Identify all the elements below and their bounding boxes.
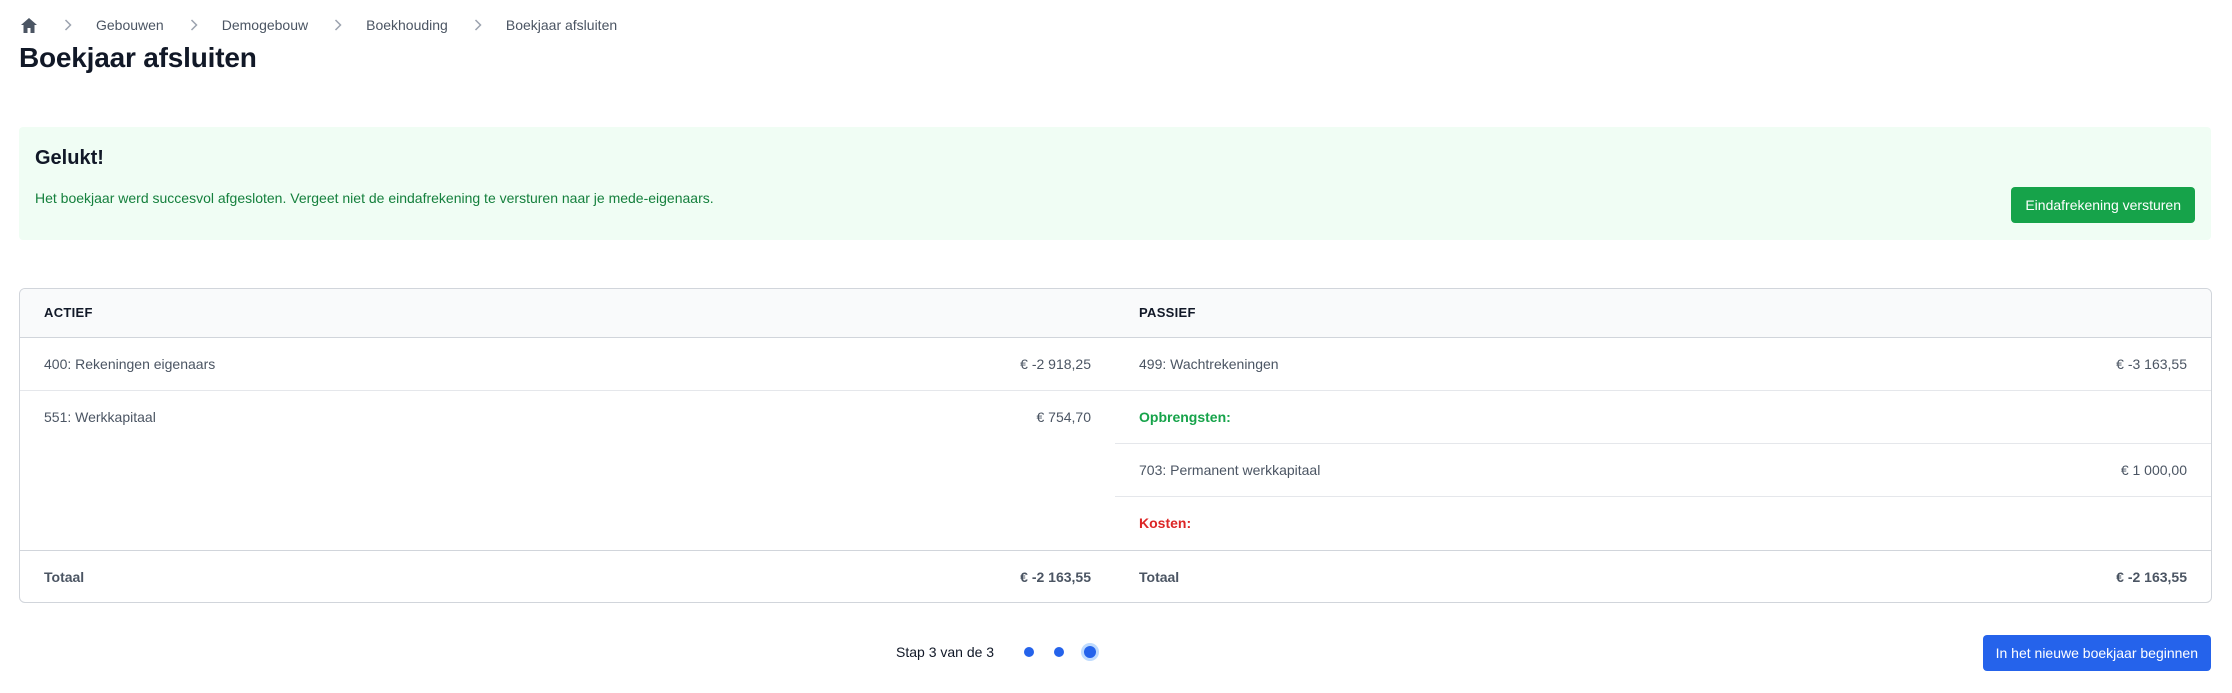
total-label: Totaal bbox=[1139, 569, 1180, 585]
breadcrumb-item-boekjaar-afsluiten[interactable]: Boekjaar afsluiten bbox=[506, 17, 617, 33]
step-dot-2[interactable] bbox=[1054, 647, 1065, 657]
chevron-right-icon bbox=[64, 19, 74, 31]
step-dots bbox=[1024, 646, 1097, 658]
row-label: 499: Wachtrekeningen bbox=[1139, 356, 1279, 372]
send-final-settlement-button[interactable]: Eindafrekening versturen bbox=[2011, 187, 2195, 223]
start-new-fiscal-year-button[interactable]: In het nieuwe boekjaar beginnen bbox=[1982, 635, 2211, 671]
row-amount: € 754,70 bbox=[1036, 409, 1092, 425]
actief-total-row: Totaal € -2 163,55 bbox=[20, 551, 1115, 602]
row-label: 703: Permanent werkkapitaal bbox=[1139, 462, 1321, 478]
breadcrumb-item-boekhouding[interactable]: Boekhouding bbox=[366, 17, 448, 33]
total-amount: € -2 163,55 bbox=[1020, 569, 1091, 585]
chevron-right-icon bbox=[334, 19, 344, 31]
row-amount: € -2 918,25 bbox=[1020, 356, 1091, 372]
step-text: Stap 3 van de 3 bbox=[896, 644, 995, 660]
table-header: ACTIEF PASSIEF bbox=[20, 289, 2211, 338]
row-amount: € -3 163,55 bbox=[2116, 356, 2187, 372]
step-dot-3-current[interactable] bbox=[1084, 646, 1097, 658]
row-label: 551: Werkkapitaal bbox=[44, 409, 156, 425]
table-row: 703: Permanent werkkapitaal € 1 000,00 bbox=[1115, 444, 2211, 496]
step-indicator: Stap 3 van de 3 bbox=[896, 640, 1097, 664]
chevron-right-icon bbox=[190, 19, 200, 31]
balance-table: ACTIEF PASSIEF 400: Rekeningen eigenaars… bbox=[19, 288, 2212, 603]
success-alert: Gelukt! Het boekjaar werd succesvol afge… bbox=[19, 127, 2211, 240]
table-row: Kosten: bbox=[1115, 497, 2211, 549]
chevron-right-icon bbox=[474, 19, 484, 31]
step-dot-1[interactable] bbox=[1024, 647, 1035, 657]
table-row: 551: Werkkapitaal € 754,70 bbox=[20, 391, 1115, 443]
passief-header: PASSIEF bbox=[1139, 305, 1196, 320]
row-label: 400: Rekeningen eigenaars bbox=[44, 356, 216, 372]
table-row: 499: Wachtrekeningen € -3 163,55 bbox=[1115, 338, 2211, 390]
alert-message: Het boekjaar werd succesvol afgesloten. … bbox=[35, 190, 714, 206]
total-label: Totaal bbox=[44, 569, 85, 585]
passief-total-row: Totaal € -2 163,55 bbox=[1115, 551, 2211, 602]
home-icon[interactable] bbox=[20, 16, 38, 34]
table-footer: Totaal € -2 163,55 Totaal € -2 163,55 bbox=[20, 550, 2211, 602]
row-amount: € 1 000,00 bbox=[2120, 462, 2187, 478]
breadcrumb: Gebouwen Demogebouw Boekhouding Boekjaar… bbox=[20, 14, 617, 36]
kosten-label: Kosten: bbox=[1139, 515, 1192, 531]
actief-header: ACTIEF bbox=[44, 305, 93, 320]
opbrengsten-label: Opbrengsten: bbox=[1139, 409, 1231, 425]
table-row: 400: Rekeningen eigenaars € -2 918,25 bbox=[20, 338, 1115, 390]
total-amount: € -2 163,55 bbox=[2116, 569, 2187, 585]
breadcrumb-item-demogebouw[interactable]: Demogebouw bbox=[222, 17, 308, 33]
page-title: Boekjaar afsluiten bbox=[19, 42, 257, 73]
table-row: Opbrengsten: bbox=[1115, 391, 2211, 443]
breadcrumb-item-gebouwen[interactable]: Gebouwen bbox=[96, 17, 164, 33]
alert-title: Gelukt! bbox=[35, 147, 104, 169]
